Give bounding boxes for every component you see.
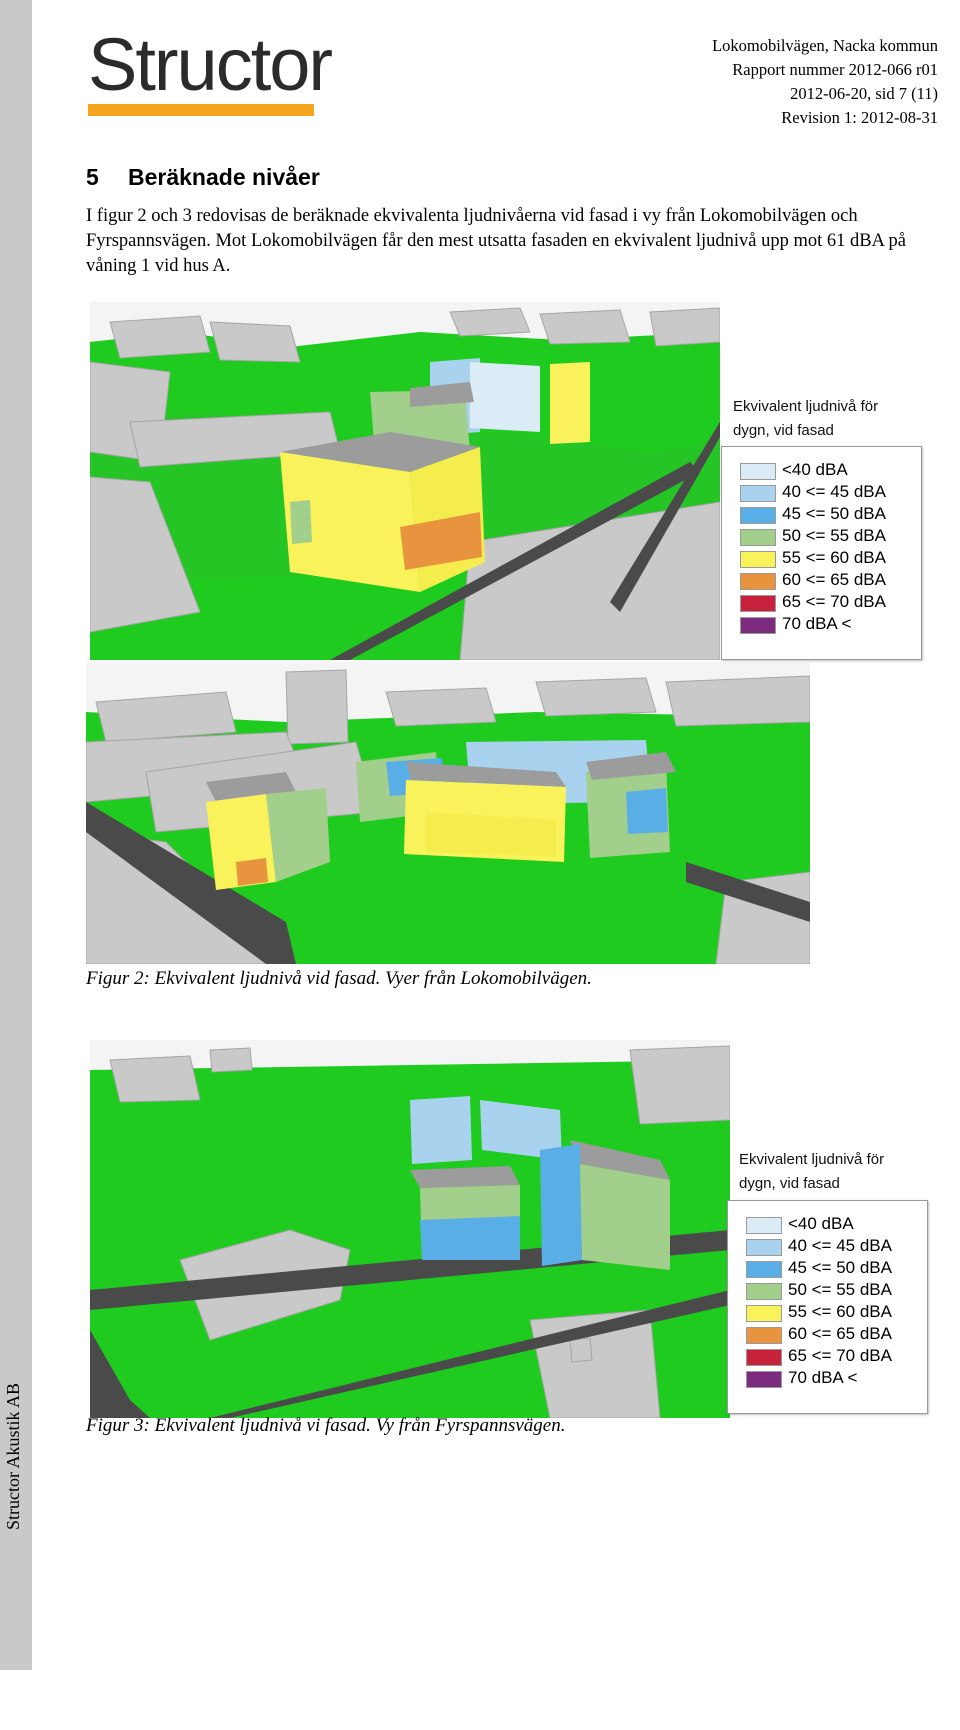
legend-row: 45 <= 50 dBA bbox=[740, 504, 920, 525]
legend-row: 45 <= 50 dBA bbox=[746, 1258, 926, 1279]
legend-row: 65 <= 70 dBA bbox=[740, 592, 920, 613]
legend-swatch bbox=[740, 529, 776, 546]
section-title: Beräknade nivåer bbox=[128, 164, 320, 190]
legend-label: 40 <= 45 dBA bbox=[782, 482, 886, 501]
legend-row: 70 dBA < bbox=[746, 1368, 926, 1389]
figure2-view-b bbox=[86, 662, 810, 964]
legend-row: <40 dBA bbox=[740, 460, 920, 481]
legend-row: 70 dBA < bbox=[740, 614, 920, 635]
legend-label: 70 dBA < bbox=[788, 1368, 858, 1387]
legend-label: 50 <= 55 dBA bbox=[782, 526, 886, 545]
legend-label: 55 <= 60 dBA bbox=[782, 548, 886, 567]
legend2-box: <40 dBA 40 <= 45 dBA 45 <= 50 dBA 50 <= 55 … bbox=[727, 1200, 928, 1414]
figure3-view bbox=[90, 1040, 730, 1418]
legend2-title: Ekvivalent ljudnivå för dygn, vid fasad bbox=[739, 1148, 884, 1196]
legend1-title-line1: Ekvivalent ljudnivå för bbox=[733, 398, 879, 415]
header-report-number: Rapport nummer 2012-066 r01 bbox=[732, 60, 938, 79]
legend-label: 50 <= 55 dBA bbox=[788, 1280, 892, 1299]
legend2-title-line2: dygn, vid fasad bbox=[739, 1175, 840, 1192]
legend-label: 70 dBA < bbox=[782, 614, 852, 633]
legend-row: 50 <= 55 dBA bbox=[740, 526, 920, 547]
legend-label: 40 <= 45 dBA bbox=[788, 1236, 892, 1255]
header-revision: Revision 1: 2012-08-31 bbox=[781, 108, 938, 127]
legend-label: 65 <= 70 dBA bbox=[788, 1346, 892, 1365]
noise-map-3d-view bbox=[90, 1040, 730, 1418]
legend-row: 40 <= 45 dBA bbox=[740, 482, 920, 503]
section-number: 5 bbox=[86, 164, 99, 190]
legend-row: 55 <= 60 dBA bbox=[740, 548, 920, 569]
sidebar-company-label: Structor Akustik AB bbox=[3, 1382, 23, 1530]
legend-label: 60 <= 65 dBA bbox=[788, 1324, 892, 1343]
legend-swatch bbox=[746, 1217, 782, 1234]
legend-swatch bbox=[746, 1261, 782, 1278]
legend-row: 40 <= 45 dBA bbox=[746, 1236, 926, 1257]
legend1-title: Ekvivalent ljudnivå för dygn, vid fasad bbox=[733, 395, 878, 443]
legend-swatch bbox=[746, 1239, 782, 1256]
header-project: Lokomobilvägen, Nacka kommun bbox=[712, 36, 938, 55]
legend2-title-line1: Ekvivalent ljudnivå för bbox=[739, 1151, 885, 1168]
legend-swatch bbox=[740, 507, 776, 524]
legend-swatch bbox=[740, 551, 776, 568]
legend-swatch bbox=[740, 573, 776, 590]
logo-underline bbox=[88, 104, 314, 116]
legend-row: <40 dBA bbox=[746, 1214, 926, 1235]
legend-label: 45 <= 50 dBA bbox=[788, 1258, 892, 1277]
legend-label: <40 dBA bbox=[788, 1214, 854, 1233]
legend-row: 55 <= 60 dBA bbox=[746, 1302, 926, 1323]
logo-wordmark: Structor bbox=[88, 23, 333, 106]
legend-swatch bbox=[746, 1283, 782, 1300]
legend-swatch bbox=[746, 1371, 782, 1388]
sidebar-company: Structor Akustik AB bbox=[3, 1383, 29, 1730]
legend-label: 55 <= 60 dBA bbox=[788, 1302, 892, 1321]
legend-swatch bbox=[740, 485, 776, 502]
legend-label: 60 <= 65 dBA bbox=[782, 570, 886, 589]
legend-swatch bbox=[746, 1327, 782, 1344]
legend-swatch bbox=[746, 1349, 782, 1366]
legend-swatch bbox=[740, 617, 776, 634]
legend1-box: <40 dBA 40 <= 45 dBA 45 <= 50 dBA 50 <= 55 … bbox=[721, 446, 922, 660]
section-heading: 5 Beräknade nivåer bbox=[86, 164, 320, 191]
figure3-caption: Figur 3: Ekvivalent ljudnivå vi fasad. V… bbox=[86, 1415, 566, 1436]
legend-row: 60 <= 65 dBA bbox=[740, 570, 920, 591]
sidebar: Structor Akustik AB bbox=[0, 0, 32, 1670]
report-header: Lokomobilvägen, Nacka kommun Rapport num… bbox=[712, 34, 938, 130]
noise-map-3d-view bbox=[90, 302, 720, 660]
legend-swatch bbox=[740, 595, 776, 612]
legend-label: 65 <= 70 dBA bbox=[782, 592, 886, 611]
legend-row: 50 <= 55 dBA bbox=[746, 1280, 926, 1301]
noise-map-3d-view bbox=[86, 662, 810, 964]
legend-swatch bbox=[740, 463, 776, 480]
legend-row: 65 <= 70 dBA bbox=[746, 1346, 926, 1367]
figure2-view-a bbox=[90, 302, 720, 660]
legend-swatch bbox=[746, 1305, 782, 1322]
legend1-title-line2: dygn, vid fasad bbox=[733, 422, 834, 439]
section-body: I figur 2 och 3 redovisas de beräknade e… bbox=[86, 206, 906, 276]
legend-label: 45 <= 50 dBA bbox=[782, 504, 886, 523]
header-date-page: 2012-06-20, sid 7 (11) bbox=[790, 84, 938, 103]
legend-row: 60 <= 65 dBA bbox=[746, 1324, 926, 1345]
legend-label: <40 dBA bbox=[782, 460, 848, 479]
figure2-caption: Figur 2: Ekvivalent ljudnivå vid fasad. … bbox=[86, 968, 592, 989]
company-logo: Structor bbox=[88, 23, 333, 120]
